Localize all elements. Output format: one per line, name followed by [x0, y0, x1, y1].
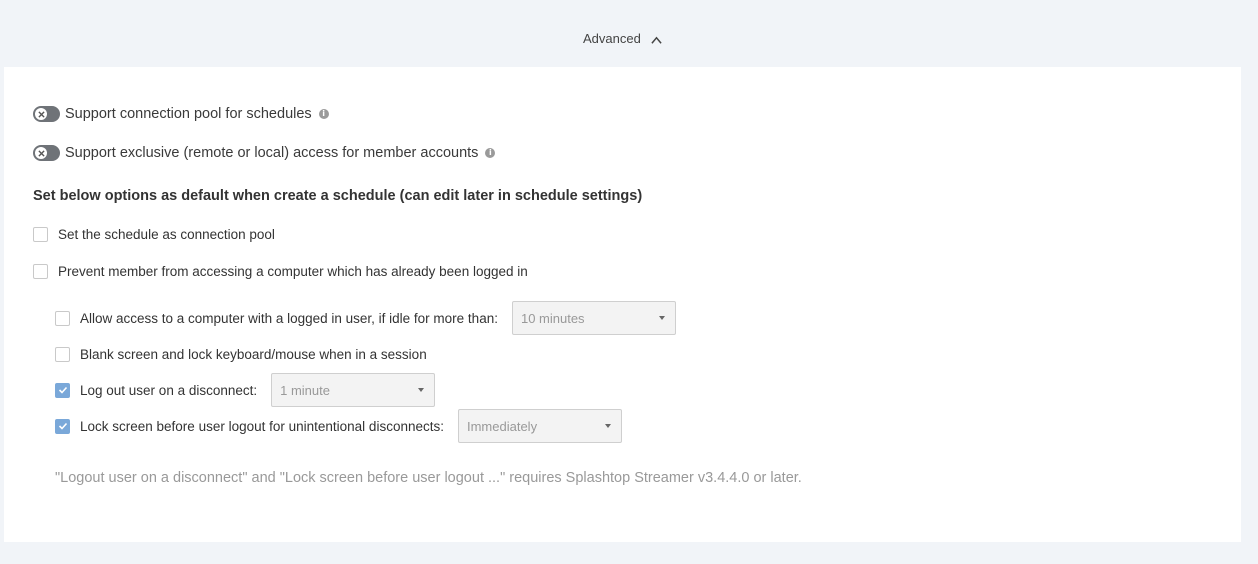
checkmark-icon — [58, 422, 67, 430]
logout-delay-select[interactable]: 1 minute — [271, 373, 436, 407]
lock-screen-select[interactable]: Immediately — [457, 409, 622, 443]
logout-checkbox[interactable] — [55, 382, 70, 398]
caret-down-icon — [418, 388, 425, 392]
prevent-access-checkbox[interactable] — [33, 264, 48, 279]
blank-screen-checkbox[interactable] — [55, 347, 70, 362]
chevron-up-icon — [651, 36, 662, 44]
connection-pool-toggle-label: Support connection pool for schedules — [65, 106, 312, 122]
logout-label: Log out user on a disconnect: — [80, 382, 258, 398]
toggle-row-connection-pool: Support connection pool for schedules i — [33, 106, 329, 122]
checkmark-icon — [58, 386, 67, 394]
allow-idle-checkbox[interactable] — [55, 310, 70, 326]
advanced-panel: Support connection pool for schedules i … — [4, 67, 1241, 542]
advanced-toggle[interactable]: Advanced — [583, 31, 662, 46]
lock-screen-checkbox[interactable] — [55, 418, 70, 434]
option-row-connection-pool: Set the schedule as connection pool — [33, 227, 275, 242]
toggle-row-exclusive-access: Support exclusive (remote or local) acce… — [33, 145, 496, 161]
info-icon[interactable]: i — [318, 109, 329, 119]
option-row-prevent-access: Prevent member from accessing a computer… — [33, 264, 528, 279]
close-icon — [35, 147, 47, 159]
caret-down-icon — [658, 316, 665, 320]
close-icon — [35, 108, 47, 120]
exclusive-access-toggle-label: Support exclusive (remote or local) acce… — [65, 145, 479, 161]
defaults-heading: Set below options as default when create… — [33, 188, 643, 204]
idle-time-select[interactable]: 10 minutes — [511, 301, 676, 335]
version-requirement-note: "Logout user on a disconnect" and "Lock … — [55, 470, 802, 486]
option-row-lock-screen: Lock screen before user logout for unint… — [55, 409, 622, 443]
lock-screen-label: Lock screen before user logout for unint… — [80, 418, 444, 434]
option-row-logout: Log out user on a disconnect: 1 minute — [55, 373, 436, 407]
connection-pool-checkbox[interactable] — [33, 227, 48, 242]
advanced-label: Advanced — [583, 31, 641, 46]
info-icon[interactable]: i — [485, 148, 496, 158]
blank-screen-label: Blank screen and lock keyboard/mouse whe… — [80, 347, 427, 362]
exclusive-access-switch[interactable] — [33, 145, 60, 161]
caret-down-icon — [604, 424, 611, 428]
connection-pool-switch[interactable] — [33, 106, 60, 122]
connection-pool-label: Set the schedule as connection pool — [58, 227, 275, 242]
lock-screen-value: Immediately — [466, 418, 538, 434]
allow-idle-label: Allow access to a computer with a logged… — [80, 310, 498, 326]
prevent-access-label: Prevent member from accessing a computer… — [58, 264, 528, 279]
option-row-blank-screen: Blank screen and lock keyboard/mouse whe… — [55, 347, 427, 362]
option-row-allow-idle: Allow access to a computer with a logged… — [55, 301, 676, 335]
idle-time-value: 10 minutes — [520, 310, 585, 326]
logout-delay-value: 1 minute — [280, 382, 330, 398]
